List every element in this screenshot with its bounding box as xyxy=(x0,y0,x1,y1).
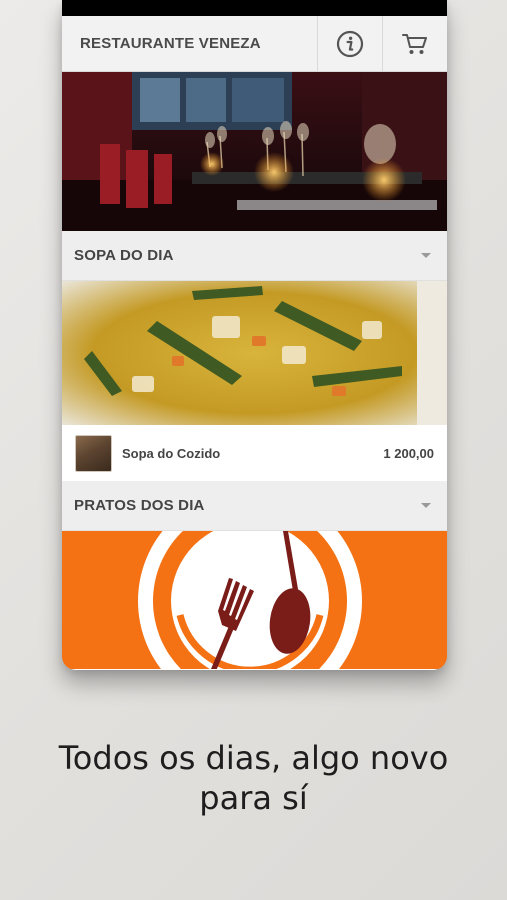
soup-image xyxy=(62,281,447,425)
section-header-soup[interactable]: SOPA DO DIA xyxy=(62,231,447,281)
dishes-banner xyxy=(62,531,447,669)
cart-icon xyxy=(402,33,427,54)
cart-button[interactable] xyxy=(382,15,447,72)
section-header-dishes[interactable]: PRATOS DOS DIA xyxy=(62,481,447,531)
tagline: Todos os dias, algo novo para sí xyxy=(0,738,507,818)
app-title: RESTAURANTE VENEZA xyxy=(80,35,261,52)
item-thumbnail xyxy=(75,434,112,472)
section-title: PRATOS DOS DIA xyxy=(74,497,205,514)
menu-item[interactable]: Sopa do Cozido 1 200,00 xyxy=(62,425,447,481)
app-bar: RESTAURANTE VENEZA xyxy=(62,15,447,72)
item-price: 1 200,00 xyxy=(383,445,434,461)
item-name: Sopa do Cozido xyxy=(122,445,221,461)
tagline-line-1: Todos os dias, algo novo xyxy=(58,739,449,777)
chevron-down-icon xyxy=(421,503,431,508)
tagline-line-2: para sí xyxy=(199,779,308,817)
chevron-down-icon xyxy=(421,253,431,258)
info-icon xyxy=(336,30,364,57)
restaurant-hero-image xyxy=(62,72,447,231)
status-bar xyxy=(62,0,447,16)
phone-frame: RESTAURANTE VENEZA SOPA DO DIA Sopa do C… xyxy=(62,0,447,670)
info-button[interactable] xyxy=(317,15,382,72)
section-title: SOPA DO DIA xyxy=(74,247,174,264)
